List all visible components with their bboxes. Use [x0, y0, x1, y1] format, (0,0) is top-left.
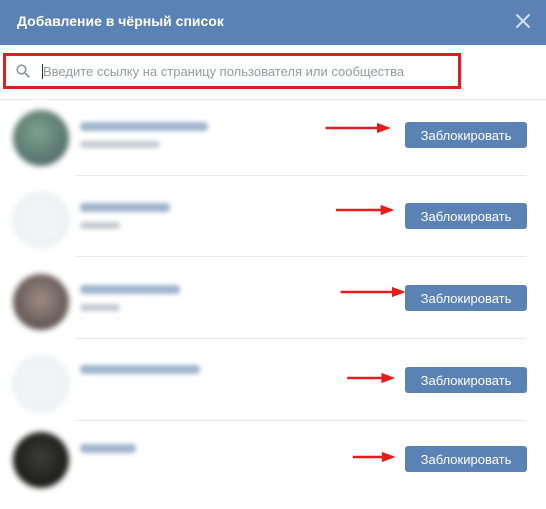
user-name-blurred — [80, 444, 136, 453]
block-button[interactable]: Заблокировать — [405, 122, 527, 148]
user-name-blurred — [80, 203, 170, 212]
red-arrow-annotation — [347, 372, 396, 384]
divider — [76, 338, 526, 339]
divider — [76, 256, 526, 257]
user-name-blurred — [80, 285, 180, 294]
avatar — [13, 356, 69, 412]
user-status-blurred — [80, 141, 160, 148]
user-status-blurred — [80, 222, 120, 229]
avatar — [13, 110, 69, 166]
red-arrow-annotation — [340, 286, 406, 298]
divider — [76, 420, 526, 421]
user-name-blurred — [80, 122, 208, 131]
avatar — [13, 274, 69, 330]
dialog-header: Добавление в чёрный список — [0, 0, 546, 45]
list-item: Заблокировать — [0, 182, 546, 263]
search-highlight-frame — [3, 53, 461, 89]
avatar — [13, 192, 69, 248]
list-item: Заблокировать — [0, 346, 546, 427]
list-item: Заблокировать — [0, 264, 546, 345]
block-button[interactable]: Заблокировать — [405, 367, 527, 393]
red-arrow-annotation — [336, 204, 395, 216]
list-item: Заблокировать — [0, 100, 546, 181]
divider — [76, 175, 526, 176]
block-button[interactable]: Заблокировать — [405, 285, 527, 311]
close-icon[interactable] — [514, 12, 532, 30]
search-input[interactable] — [43, 59, 443, 83]
block-button[interactable]: Заблокировать — [405, 203, 527, 229]
block-button[interactable]: Заблокировать — [405, 446, 527, 472]
avatar — [13, 432, 69, 488]
user-status-blurred — [80, 304, 120, 311]
search-icon — [16, 64, 30, 78]
dialog-title: Добавление в чёрный список — [17, 13, 224, 29]
search-bar — [0, 45, 546, 100]
red-arrow-annotation — [325, 122, 391, 134]
user-name-blurred — [80, 365, 200, 374]
red-arrow-annotation — [352, 451, 396, 463]
